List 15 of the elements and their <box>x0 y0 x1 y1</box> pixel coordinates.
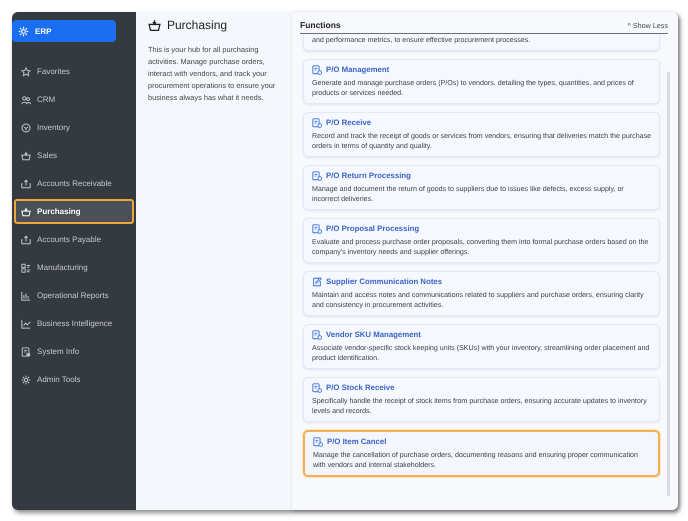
sidebar-item[interactable]: Operational Reports <box>14 283 134 308</box>
sidebar-item[interactable]: Purchasing <box>14 199 134 224</box>
sidebar-item[interactable]: Accounts Receivable <box>14 171 134 196</box>
sidebar-item[interactable]: Sales <box>14 143 134 168</box>
sidebar-item[interactable]: CRM <box>14 87 134 112</box>
sidebar-item[interactable]: Admin Tools <box>14 367 134 392</box>
sidebar-item[interactable]: Manufacturing <box>14 255 134 280</box>
app-logo-button[interactable]: ERP <box>12 20 116 42</box>
sidebar-item[interactable]: Accounts Payable <box>14 227 134 252</box>
sidebar-item[interactable]: Inventory <box>14 115 134 140</box>
sidebar-item[interactable]: Favorites <box>14 59 134 84</box>
sidebar-item[interactable]: System Info <box>14 339 134 364</box>
sidebar-item[interactable]: Business Intelligence <box>14 311 134 336</box>
section-title: Functions <box>300 20 341 30</box>
page-title: Purchasing <box>167 18 228 32</box>
